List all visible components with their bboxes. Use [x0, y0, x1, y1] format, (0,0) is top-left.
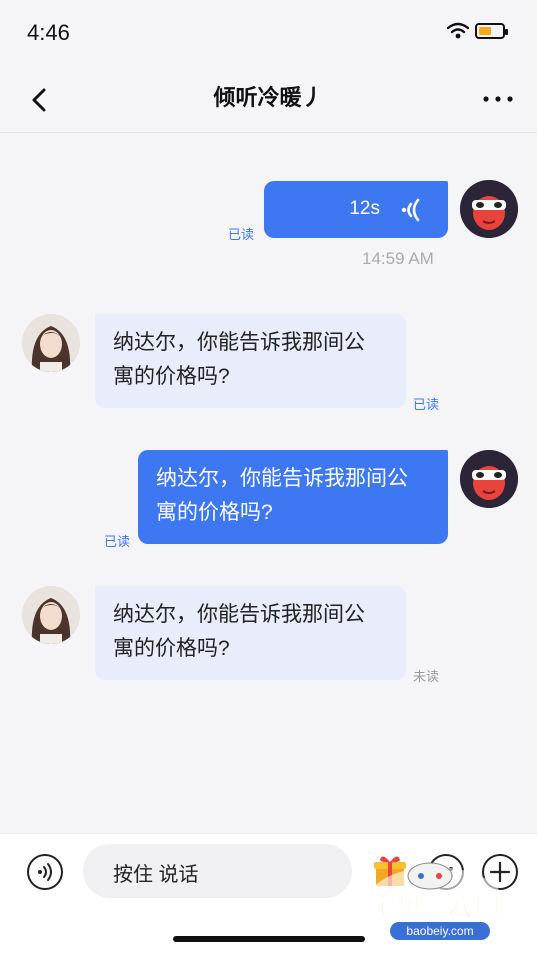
outgoing-message-bubble[interactable]: 纳达尔，你能告诉我那间公 寓的价格吗? — [138, 450, 448, 544]
home-indicator — [173, 936, 365, 942]
status-bar: 4:46 — [0, 0, 537, 66]
voice-duration: 12s — [349, 198, 380, 219]
message-line: 寓的价格吗? — [113, 365, 230, 388]
monkey-avatar-icon — [460, 450, 518, 508]
contact-avatar[interactable] — [22, 586, 80, 644]
read-status: 已读 — [228, 227, 255, 242]
contact-avatar[interactable] — [22, 314, 80, 372]
more-icon[interactable] — [478, 84, 518, 114]
incoming-message-bubble[interactable]: 纳达尔，你能告诉我那间公 寓的价格吗? — [95, 314, 406, 408]
contact-photo — [22, 314, 80, 372]
read-status: 已读 — [104, 534, 131, 549]
page-title: 倾听冷暖丿 — [213, 85, 324, 110]
my-avatar[interactable] — [460, 180, 518, 238]
wifi-icon — [447, 22, 469, 39]
voice-toggle-icon — [38, 863, 52, 881]
monkey-avatar-icon — [460, 180, 518, 238]
watermark-logo: 宝贝游戏网 baobeiy.com — [360, 860, 520, 950]
message-line: 纳达尔，你能告诉我那间公 — [113, 331, 365, 354]
voice-message-bubble[interactable]: 12s — [264, 181, 448, 238]
message-line: 寓的价格吗? — [113, 637, 230, 660]
incoming-message-bubble[interactable]: 纳达尔，你能告诉我那间公 寓的价格吗? — [95, 586, 406, 680]
status-time: 4:46 — [27, 20, 70, 45]
hold-to-talk-button[interactable]: 按住 说话 — [83, 844, 352, 898]
watermark-url: baobeiy.com — [390, 922, 490, 940]
watermark-text: 宝贝游戏网 — [369, 891, 500, 922]
read-status: 已读 — [413, 397, 440, 412]
voice-wave-icon — [401, 198, 420, 222]
message-line: 纳达尔，你能告诉我那间公 — [156, 467, 408, 490]
unread-status: 未读 — [413, 669, 440, 684]
nav-bar: 倾听冷暖丿 — [0, 66, 537, 133]
message-line: 寓的价格吗? — [156, 501, 273, 524]
message-line: 纳达尔，你能告诉我那间公 — [113, 603, 365, 626]
message-timestamp: 14:59 AM — [362, 249, 434, 268]
my-avatar[interactable] — [460, 450, 518, 508]
voice-toggle-button[interactable] — [27, 854, 63, 890]
hold-to-talk-label: 按住 说话 — [113, 864, 199, 886]
battery-icon — [475, 23, 508, 39]
contact-photo — [22, 586, 80, 644]
